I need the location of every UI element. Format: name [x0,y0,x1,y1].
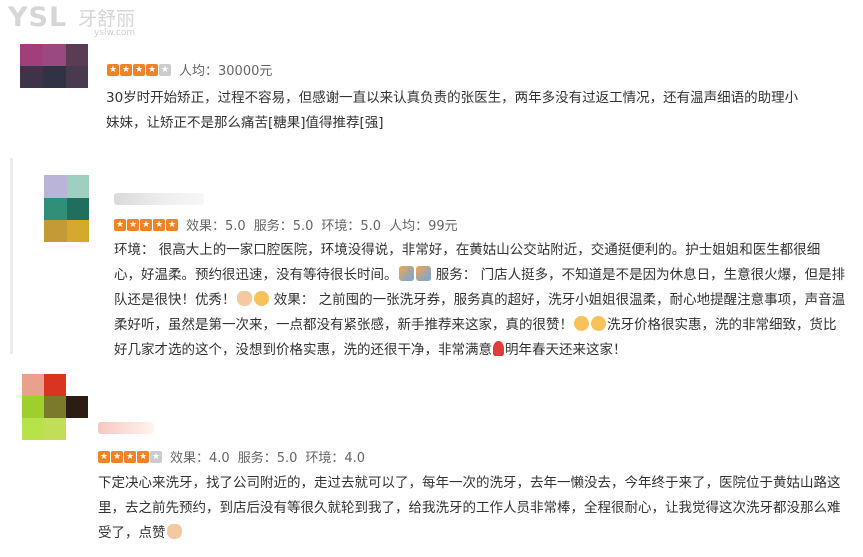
username-blurred[interactable] [114,193,204,205]
star-filled-icon: ★ [114,218,126,231]
party-emoji-icon [398,266,414,281]
avatar-tile [44,396,66,418]
username-blurred[interactable] [98,422,154,434]
review-card: ★ ★ ★ ★ ★ 效果：5.0 服务：5.0 环境：5.0 人均：99元 环境： 很高… [0,160,863,360]
avg-price: 人均：99元 [389,219,458,234]
avatar-tile [44,175,67,198]
review-text: 环境： 很高大上的一家口腔医院，环境没得说，非常好，在黄姑山公交站附近，交通挺便… [114,238,847,363]
avatar-tile [67,220,89,242]
review-list-page: YSL 牙舒丽 yslw.com ★ ★ ★ ★ ★ 人均：30000元 30岁时开始矫… [0,0,863,557]
review-card: ★ ★ ★ ★ ★ 人均：30000元 30岁时开始矫正，过程不容易，但感谢一直以来认真… [0,0,863,160]
avatar-tile [43,44,66,66]
avatar-tile [66,44,88,66]
avatar[interactable] [22,374,88,440]
star-filled-icon: ★ [98,450,110,463]
star-rating: ★ ★ ★ ★ ★ [107,63,171,76]
star-filled-icon: ★ [137,450,149,463]
rating-row: ★ ★ ★ ★ ★ 效果：4.0 服务：5.0 环境：4.0 [98,447,373,466]
avatar-tile [20,44,43,66]
score-effect: 效果：5.0 [186,219,246,234]
star-filled-icon: ★ [153,218,165,231]
smile-emoji-icon [574,316,589,331]
avg-price: 人均：30000元 [179,64,273,79]
star-filled-icon: ★ [133,63,145,76]
avatar[interactable] [44,175,89,242]
avatar-tile [66,396,88,418]
avatar-tile [44,198,67,220]
review-text: 下定决心来洗牙，找了公司附近的，走过去就可以了，每年一次的洗牙，去年一懒没去，今… [98,471,846,546]
thumbs-up-emoji-icon [236,291,252,306]
thumbs-up-emoji-icon [166,524,182,539]
star-filled-icon: ★ [166,218,178,231]
avatar-tile [66,66,88,88]
star-filled-icon: ★ [120,63,132,76]
avatar-tile [67,175,89,198]
star-empty-icon: ★ [150,450,162,463]
review-text-body: 下定决心来洗牙，找了公司附近的，走过去就可以了，每年一次的洗牙，去年一懒没去，今… [98,475,841,541]
star-filled-icon: ★ [107,63,119,76]
avatar-tile [22,396,44,418]
star-filled-icon: ★ [124,450,136,463]
rose-emoji-icon [493,341,504,356]
star-filled-icon: ★ [127,218,139,231]
review-text-closing: 明年春天还来这家！ [505,342,627,358]
avatar-tile [22,374,44,396]
avatar[interactable] [20,44,88,88]
review-card: ★ ★ ★ ★ ★ 效果：4.0 服务：5.0 环境：4.0 下定决心来洗牙，找了公司附… [0,360,863,557]
star-rating: ★ ★ ★ ★ ★ [114,218,178,231]
face-emoji-icon [253,291,269,306]
score-environment: 环境：5.0 [321,219,382,234]
rating-row: ★ ★ ★ ★ ★ 效果：5.0 服务：5.0 环境：5.0 人均：99元 [114,215,466,234]
avatar-tile [44,374,66,396]
avatar-tile [44,418,66,440]
avatar-tile [66,418,88,440]
score-effect: 效果：4.0 [170,451,230,466]
review-text: 30岁时开始矫正，过程不容易，但感谢一直以来认真负责的张医生，两年多没有过返工情… [106,90,799,131]
score-service: 服务：5.0 [237,451,298,466]
star-filled-icon: ★ [146,63,158,76]
avatar-tile [43,66,66,88]
score-environment: 环境：4.0 [305,451,366,466]
star-empty-icon: ★ [159,63,171,76]
smile-emoji-icon [591,316,606,331]
star-filled-icon: ★ [111,450,123,463]
rating-row: ★ ★ ★ ★ ★ 人均：30000元 [107,60,280,79]
avatar-tile [22,418,44,440]
star-filled-icon: ★ [140,218,152,231]
avatar-tile [20,66,43,88]
avatar-tile [44,220,67,242]
star-rating: ★ ★ ★ ★ ★ [98,450,162,463]
party-emoji-icon [415,266,431,281]
avatar-tile [67,198,89,220]
avatar-tile [66,374,88,396]
score-service: 服务：5.0 [253,219,314,234]
